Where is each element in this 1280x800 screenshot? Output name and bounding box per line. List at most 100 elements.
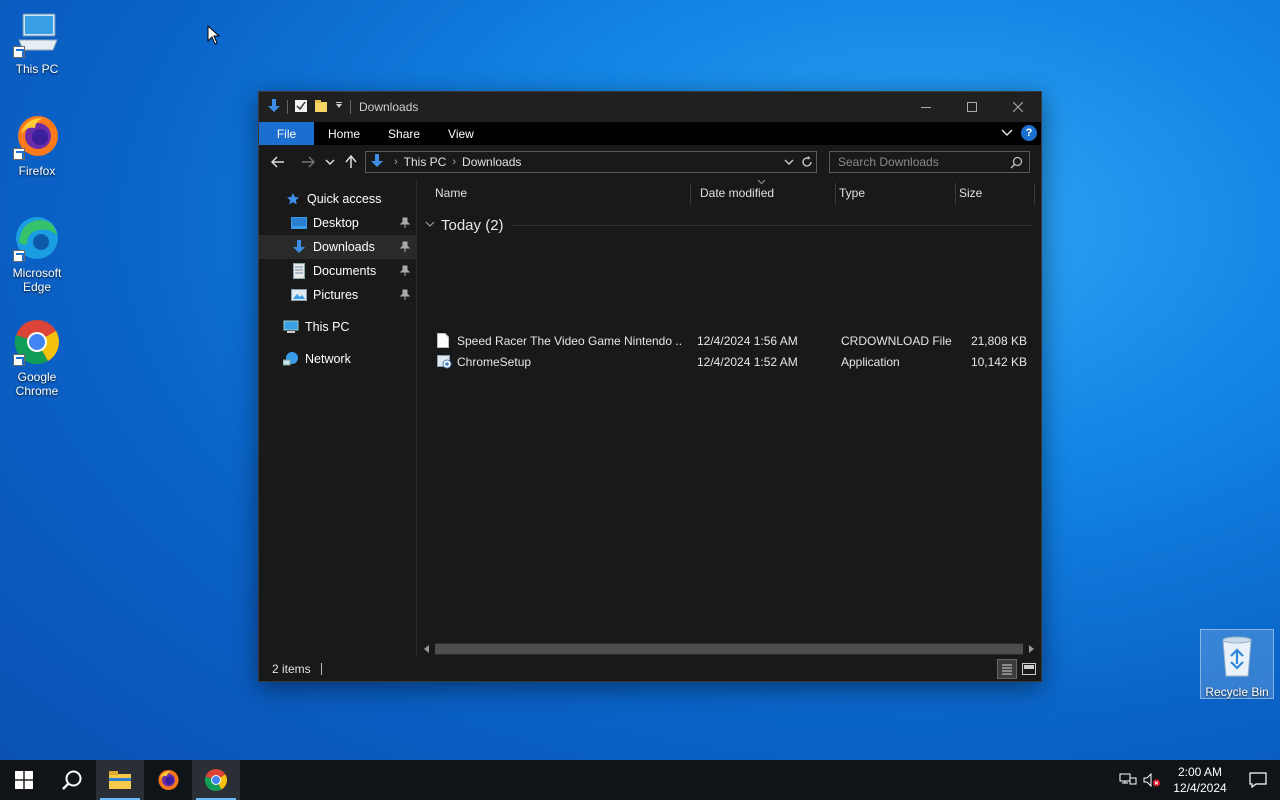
desktop-icon-recycle-bin[interactable]: Recycle Bin	[1200, 629, 1274, 699]
nav-item-pictures[interactable]: Pictures	[259, 283, 416, 307]
table-row[interactable]: Speed Racer The Video Game Nintendo ... …	[417, 330, 1041, 351]
taskbar: 2:00 AM 12/4/2024	[0, 760, 1280, 800]
column-headers: Name Date modified Type Size	[417, 179, 1041, 207]
column-header-type[interactable]: Type	[825, 179, 945, 207]
pin-icon[interactable]	[399, 217, 411, 232]
firefox-icon	[13, 112, 61, 160]
help-button[interactable]: ?	[1021, 125, 1037, 141]
system-tray: 2:00 AM 12/4/2024	[1116, 760, 1280, 800]
search-icon	[62, 770, 82, 790]
file-size: 10,142 KB	[970, 354, 1027, 369]
star-icon	[285, 191, 301, 207]
start-button[interactable]	[0, 760, 48, 800]
file-type: CRDOWNLOAD File	[841, 333, 952, 348]
large-icons-view-button[interactable]	[1019, 659, 1039, 679]
table-row[interactable]: ChromeSetup 12/4/2024 1:52 AM Applicatio…	[417, 351, 1041, 372]
desktop-icon-label: Google Chrome	[15, 370, 59, 398]
desktop-folder-icon	[291, 215, 307, 231]
toolbar-separator	[287, 100, 288, 114]
search-box[interactable]	[829, 151, 1030, 173]
column-header-name[interactable]: Name	[417, 179, 690, 207]
chrome-icon	[204, 769, 227, 792]
title-bar[interactable]: Downloads	[259, 92, 1041, 122]
close-button[interactable]	[995, 92, 1041, 122]
column-separator[interactable]	[1034, 183, 1035, 205]
firefox-icon	[158, 770, 179, 790]
sort-caret-icon	[757, 177, 766, 187]
taskbar-file-explorer[interactable]	[96, 760, 144, 800]
file-explorer-icon	[109, 771, 131, 789]
group-divider	[511, 224, 1033, 226]
group-label: Today (2)	[441, 216, 504, 234]
maximize-button[interactable]	[949, 92, 995, 122]
taskbar-firefox[interactable]	[144, 760, 192, 800]
breadcrumb-downloads[interactable]: Downloads	[462, 155, 521, 169]
desktop-icon-chrome[interactable]: Google Chrome	[1, 318, 73, 398]
scrollbar-thumb[interactable]	[435, 644, 1023, 654]
file-name: ChromeSetup	[457, 354, 532, 369]
up-button[interactable]	[339, 149, 363, 175]
details-view-button[interactable]	[997, 659, 1017, 679]
desktop-icon-label: Firefox	[18, 164, 56, 178]
desktop-icon-edge[interactable]: Microsoft Edge	[1, 214, 73, 294]
toolbar-separator	[350, 100, 351, 114]
search-input[interactable]	[838, 155, 998, 169]
navigation-tree: Quick access Desktop Downloads Documents…	[259, 179, 416, 657]
address-dropdown-chevron-icon[interactable]	[782, 154, 796, 173]
properties-icon[interactable]	[294, 99, 308, 116]
group-header-today[interactable]: Today (2)	[425, 215, 1033, 235]
horizontal-scrollbar[interactable]	[417, 641, 1041, 657]
nav-item-downloads[interactable]: Downloads	[259, 235, 416, 259]
volume-muted-icon[interactable]	[1140, 760, 1164, 800]
pictures-icon	[291, 287, 307, 303]
nav-item-documents[interactable]: Documents	[259, 259, 416, 283]
file-date: 12/4/2024 1:52 AM	[697, 354, 798, 369]
tab-view[interactable]: View	[434, 122, 488, 145]
tab-home[interactable]: Home	[314, 122, 374, 145]
address-bar[interactable]: › This PC › Downloads	[365, 151, 817, 173]
downloads-arrow-icon	[370, 153, 384, 172]
status-bar: 2 items	[259, 657, 1041, 681]
minimize-button[interactable]	[903, 92, 949, 122]
this-pc-icon	[13, 10, 61, 58]
customize-toolbar-chevron-icon[interactable]	[334, 100, 344, 114]
tab-share[interactable]: Share	[374, 122, 434, 145]
expand-ribbon-chevron-icon[interactable]	[1001, 126, 1013, 140]
installer-icon	[437, 351, 455, 372]
network-status-icon[interactable]	[1116, 760, 1140, 800]
refresh-icon[interactable]	[800, 154, 814, 173]
forward-button[interactable]	[295, 149, 321, 175]
shortcut-arrow-icon	[13, 250, 25, 262]
clock[interactable]: 2:00 AM 12/4/2024	[1164, 764, 1236, 796]
navigation-bar: › This PC › Downloads	[259, 145, 1041, 179]
desktop-icon-firefox[interactable]: Firefox	[1, 112, 73, 178]
breadcrumb-separator-icon: ›	[452, 156, 457, 168]
quick-access-toolbar	[259, 98, 351, 117]
clock-time: 2:00 AM	[1177, 765, 1223, 779]
search-icon[interactable]	[1010, 156, 1023, 172]
nav-item-network[interactable]: Network	[259, 347, 416, 371]
pin-icon[interactable]	[399, 289, 411, 304]
tab-file[interactable]: File	[259, 122, 314, 145]
file-type: Application	[841, 354, 900, 369]
nav-item-quick-access[interactable]: Quick access	[259, 187, 416, 211]
search-button[interactable]	[48, 760, 96, 800]
action-center-button[interactable]	[1236, 760, 1280, 800]
file-explorer-window: Downloads File Home Share View ? › This …	[258, 91, 1042, 682]
collapse-chevron-icon[interactable]	[425, 219, 435, 231]
pin-icon[interactable]	[399, 265, 411, 280]
desktop-icon-this-pc[interactable]: This PC	[1, 10, 73, 76]
new-folder-icon[interactable]	[314, 99, 328, 116]
shortcut-arrow-icon	[13, 46, 25, 58]
back-button[interactable]	[265, 149, 291, 175]
recent-locations-button[interactable]	[321, 149, 339, 175]
column-header-size[interactable]: Size	[945, 179, 1035, 207]
scroll-left-arrow-icon[interactable]	[419, 641, 435, 657]
scroll-right-arrow-icon[interactable]	[1023, 641, 1039, 657]
pin-icon[interactable]	[399, 241, 411, 256]
nav-item-this-pc[interactable]: This PC	[259, 315, 416, 339]
taskbar-chrome[interactable]	[192, 760, 240, 800]
breadcrumb-this-pc[interactable]: This PC	[404, 155, 447, 169]
ribbon: File Home Share View ?	[259, 122, 1041, 145]
nav-item-desktop[interactable]: Desktop	[259, 211, 416, 235]
